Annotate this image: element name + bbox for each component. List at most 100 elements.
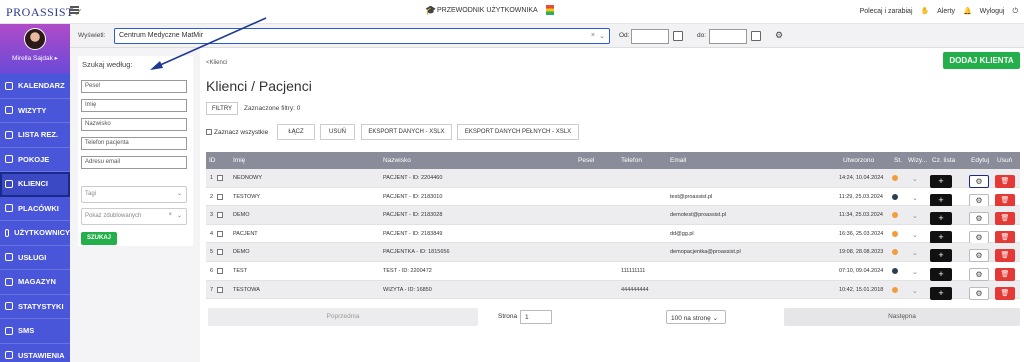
delete-selected-button[interactable]: USUŃ	[320, 124, 355, 140]
row-checkbox[interactable]	[217, 230, 223, 237]
sidebar-item-użytkownicy[interactable]: UŻYTKOWNICY	[0, 221, 70, 246]
tags-select[interactable]: Tagi ⌄	[81, 186, 187, 203]
sidebar-item-statystyki[interactable]: STATYSTYKI	[0, 295, 70, 319]
clear-icon[interactable]: ×	[168, 212, 172, 218]
table-row[interactable]: 1 NEONOWY PACJENT - ID: 2204460 14:24, 10.0…	[206, 169, 1020, 188]
chevron-down-icon[interactable]: ⌄	[912, 249, 918, 257]
gear-icon[interactable]: ⚙	[775, 30, 783, 41]
calendar-icon[interactable]	[673, 31, 683, 41]
clear-icon[interactable]: ×	[591, 32, 595, 39]
add-to-waitlist-button[interactable]: +	[930, 230, 952, 244]
merge-button[interactable]: ŁĄCZ	[277, 124, 315, 140]
sidebar-item-usługi[interactable]: USŁUGI	[0, 246, 70, 270]
table-row[interactable]: 3 DEMO PACJENT - ID: 2183028 demotest@proas…	[206, 206, 1020, 226]
chevron-down-icon[interactable]: ⌄	[912, 194, 918, 202]
delete-button[interactable]: 🗑	[995, 249, 1015, 263]
delete-button[interactable]: 🗑	[995, 193, 1015, 207]
chevron-down-icon[interactable]: ⌄	[599, 32, 605, 40]
chevron-down-icon[interactable]: ⌄	[912, 287, 918, 295]
col-created[interactable]: Utworzono	[843, 157, 874, 164]
row-checkbox[interactable]	[217, 268, 223, 274]
sidebar-item-pokoje[interactable]: POKOJE	[0, 148, 70, 172]
clinic-select[interactable]: Centrum Medyczne MatMir × ⌄	[114, 28, 610, 44]
table-row[interactable]: 4 PACJENT PACJENT - ID: 2183849 dd@gg.pl 16:…	[206, 225, 1020, 244]
delete-button[interactable]: 🗑	[995, 212, 1015, 226]
search-field[interactable]: Nazwisko	[81, 118, 187, 131]
per-page-select[interactable]: 100 na stronę ⌄	[666, 310, 726, 324]
page-input[interactable]: 1	[520, 310, 552, 324]
col-pesel[interactable]: Pesel	[578, 157, 594, 164]
edit-button[interactable]: ⚙	[969, 268, 989, 281]
profile-card[interactable]: Mirella Sajdak ▸	[0, 24, 70, 74]
next-page-button[interactable]: Następna	[784, 308, 1020, 326]
add-to-waitlist-button[interactable]: +	[930, 193, 952, 207]
prev-page-button[interactable]: Poprzednia	[208, 308, 478, 326]
sidebar-item-placówki[interactable]: PLACÓWKI	[0, 197, 70, 221]
search-field[interactable]: Pesel	[81, 80, 187, 93]
add-to-waitlist-button[interactable]: +	[930, 268, 952, 281]
date-to-input[interactable]	[709, 29, 747, 44]
sidebar-item-kalendarz[interactable]: KALENDARZ	[0, 74, 70, 99]
col-email[interactable]: Email	[670, 157, 686, 164]
add-client-button[interactable]: DODAJ KLIENTA	[943, 52, 1020, 69]
table-row[interactable]: 6 TEST TEST - ID: 2200472 111111111 07:10, 0…	[206, 262, 1020, 281]
edit-button[interactable]: ⚙	[969, 175, 989, 188]
delete-button[interactable]: 🗑	[995, 268, 1015, 281]
search-field[interactable]: Imię	[81, 99, 187, 112]
col-first-name[interactable]: Imię	[233, 157, 245, 164]
row-checkbox[interactable]	[217, 212, 223, 219]
delete-button[interactable]: 🗑	[995, 286, 1015, 300]
alerts-link[interactable]: Alerty	[937, 8, 955, 15]
export-button[interactable]: EKSPORT DANYCH - XSLX	[361, 124, 452, 140]
edit-button[interactable]: ⚙	[969, 230, 989, 244]
calendar-icon[interactable]	[751, 31, 761, 41]
user-guide-link[interactable]: 🎓 PRZEWODNIK UŻYTKOWNIKA	[425, 5, 554, 15]
hamburger-icon[interactable]	[70, 6, 79, 14]
delete-button[interactable]: 🗑	[995, 175, 1015, 188]
row-checkbox[interactable]	[217, 249, 223, 256]
add-to-waitlist-button[interactable]: +	[930, 249, 952, 263]
delete-button[interactable]: 🗑	[995, 230, 1015, 244]
edit-button[interactable]: ⚙	[969, 286, 989, 300]
row-checkbox[interactable]	[217, 175, 223, 181]
sidebar-item-ustawienia[interactable]: USTAWIENIA	[0, 344, 70, 362]
refer-link[interactable]: Polecaj i zarabiaj	[860, 8, 913, 15]
sidebar-item-listarez[interactable]: LISTA REZ.	[0, 123, 70, 148]
chevron-down-icon[interactable]: ⌄	[912, 175, 918, 183]
checkbox[interactable]	[206, 129, 212, 136]
edit-button[interactable]: ⚙	[969, 249, 989, 263]
sidebar-item-wizyty[interactable]: WIZYTY	[0, 99, 70, 123]
edit-button[interactable]: ⚙	[969, 193, 989, 207]
chevron-down-icon[interactable]: ⌄	[912, 212, 918, 220]
col-id[interactable]: ID	[209, 157, 216, 164]
bell-icon[interactable]: 🔔	[963, 8, 972, 15]
edit-button[interactable]: ⚙	[969, 212, 989, 226]
duplicates-select[interactable]: Pokaż zdublowanych × ⌄	[81, 208, 187, 225]
logout-link[interactable]: Wyloguj	[980, 8, 1005, 15]
add-to-waitlist-button[interactable]: +	[930, 212, 952, 226]
chevron-down-icon[interactable]: ⌄	[912, 268, 918, 276]
select-all-checkbox[interactable]: Zaznacz wszystkie	[206, 129, 268, 136]
search-button[interactable]: SZUKAJ	[81, 232, 117, 245]
add-to-waitlist-button[interactable]: +	[930, 175, 952, 188]
search-field[interactable]: Adresu email	[81, 156, 187, 169]
logout-icon[interactable]: ⏻	[1012, 8, 1018, 15]
export-full-button[interactable]: EKSPORT DANYCH PEŁNYCH - XSLX	[457, 124, 579, 140]
sidebar-item-sms[interactable]: SMS	[0, 319, 70, 344]
col-last-name[interactable]: Nazwisko	[383, 157, 411, 164]
table-row[interactable]: 7 TESTOWA WIZYTA - ID: 16850 444444444 10:42…	[206, 280, 1020, 300]
date-from-input[interactable]	[631, 29, 669, 44]
chevron-down-icon[interactable]: ⌄	[912, 231, 918, 239]
breadcrumb[interactable]: <Klienci	[206, 60, 227, 66]
table-row[interactable]: 5 DEMO PACJENTKA - ID: 1815656 demopacjentk…	[206, 243, 1020, 263]
sidebar-item-klienci[interactable]: KLIENCI	[0, 172, 70, 197]
table-row[interactable]: 2 TESTOWY PACJENT - ID: 2183010 test@proass…	[206, 188, 1020, 207]
sidebar-item-magazyn[interactable]: MAGAZYN	[0, 270, 70, 295]
row-checkbox[interactable]	[217, 286, 223, 293]
pagination: Poprzednia Strona 1 100 na stronę ⌄ Nast…	[206, 308, 1020, 326]
row-checkbox[interactable]	[217, 193, 223, 200]
search-field[interactable]: Telefon pacjenta	[81, 137, 187, 150]
add-to-waitlist-button[interactable]: +	[930, 286, 952, 300]
col-phone[interactable]: Telefon	[621, 157, 642, 164]
filters-button[interactable]: FILTRY	[206, 102, 238, 115]
